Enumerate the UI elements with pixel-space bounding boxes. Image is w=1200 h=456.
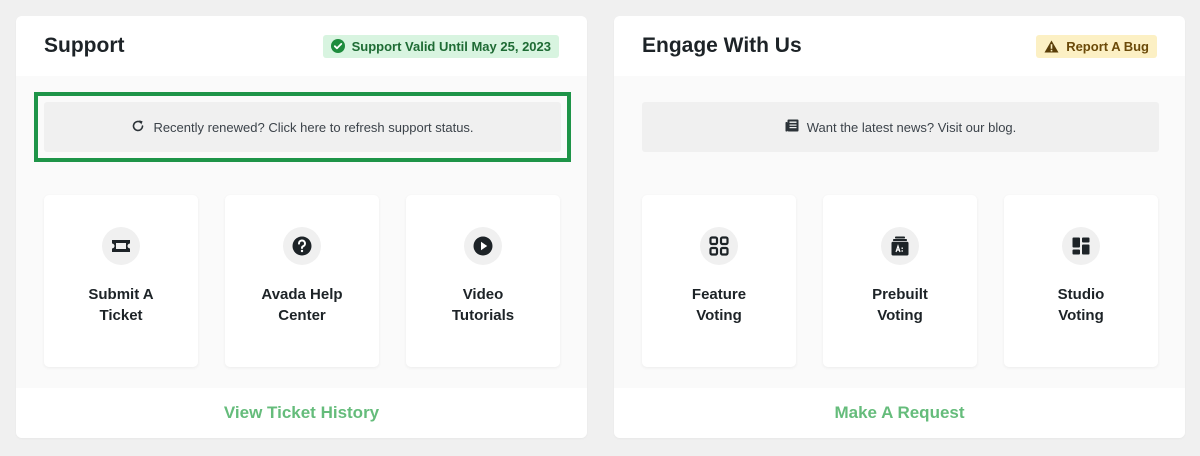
engage-panel: Engage With Us Report A Bug Want the lat…	[614, 16, 1185, 438]
submit-ticket-card[interactable]: Submit A Ticket	[44, 195, 198, 367]
studio-voting-card[interactable]: Studio Voting	[1004, 195, 1158, 367]
question-icon	[283, 227, 321, 265]
refresh-notice-highlight: Recently renewed? Click here to refresh …	[34, 92, 571, 162]
prebuilt-voting-card[interactable]: Prebuilt Voting	[823, 195, 977, 367]
report-bug-button[interactable]: Report A Bug	[1036, 34, 1157, 58]
support-title: Support	[44, 34, 125, 57]
ticket-icon	[102, 227, 140, 265]
warning-icon	[1044, 40, 1059, 53]
prebuilt-icon	[881, 227, 919, 265]
make-request-link[interactable]: Make A Request	[834, 403, 964, 423]
video-tutorials-label: Video Tutorials	[451, 286, 515, 324]
view-ticket-history-link[interactable]: View Ticket History	[224, 403, 379, 423]
blog-notice-text: Want the latest news? Visit our blog.	[806, 119, 1017, 135]
support-cards: Submit A Ticket Avada Help Center Video Tut…	[44, 195, 561, 367]
submit-ticket-label: Submit A Ticket	[88, 286, 154, 324]
help-center-label: Avada Help Center	[261, 286, 343, 324]
studio-voting-label: Studio Voting	[1057, 286, 1105, 324]
support-header: Support Support Valid Until May 25, 2023	[16, 16, 587, 76]
engage-footer: Make A Request	[614, 388, 1185, 438]
engage-title: Engage With Us	[642, 34, 802, 57]
check-circle-icon	[330, 39, 345, 53]
refresh-icon	[131, 119, 145, 136]
studio-icon	[1062, 227, 1100, 265]
engage-cards: Feature Voting Prebuilt Voting Studio Votin…	[642, 195, 1159, 367]
grid-icon	[700, 227, 738, 265]
support-panel: Support Support Valid Until May 25, 2023…	[16, 16, 587, 438]
support-valid-badge: Support Valid Until May 25, 2023	[322, 34, 559, 58]
refresh-notice-text: Recently renewed? Click here to refresh …	[153, 119, 474, 135]
refresh-support-status-button[interactable]: Recently renewed? Click here to refresh …	[44, 102, 561, 152]
blog-notice-wrap: Want the latest news? Visit our blog.	[632, 92, 1169, 162]
support-valid-text: Support Valid Until May 25, 2023	[351, 38, 551, 54]
help-center-card[interactable]: Avada Help Center	[225, 195, 379, 367]
visit-blog-button[interactable]: Want the latest news? Visit our blog.	[642, 102, 1159, 152]
video-tutorials-card[interactable]: Video Tutorials	[406, 195, 560, 367]
newspaper-icon	[785, 119, 799, 135]
support-footer: View Ticket History	[16, 388, 587, 438]
prebuilt-voting-label: Prebuilt Voting	[872, 286, 928, 324]
report-bug-label: Report A Bug	[1066, 38, 1149, 54]
feature-voting-card[interactable]: Feature Voting	[642, 195, 796, 367]
play-icon	[464, 227, 502, 265]
feature-voting-label: Feature Voting	[691, 286, 747, 324]
engage-header: Engage With Us Report A Bug	[614, 16, 1185, 76]
